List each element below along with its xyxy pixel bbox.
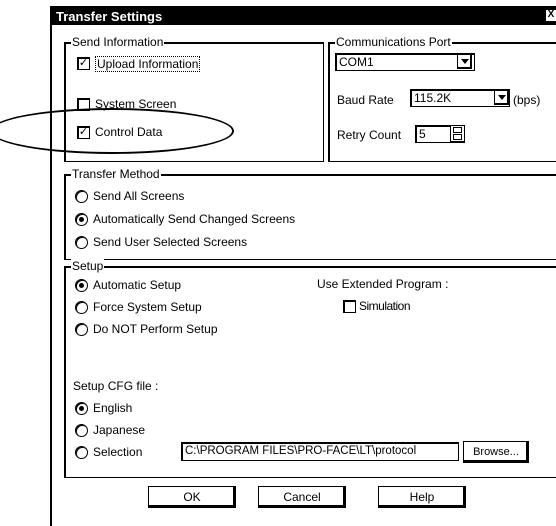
setup-group: Setup Automatic Setup Force System Setup… (64, 259, 556, 478)
selection-label[interactable]: Selection (93, 445, 142, 459)
communications-port-group: Communications Port COM1 Baud Rate 115.2… (328, 35, 556, 162)
retry-count-value: 5 (419, 127, 426, 141)
send-information-title: Send Information (71, 35, 165, 49)
japanese-label[interactable]: Japanese (93, 423, 145, 437)
force-system-setup-label[interactable]: Force System Setup (93, 300, 202, 314)
cancel-button[interactable]: Cancel (258, 486, 346, 508)
english-label[interactable]: English (93, 401, 132, 415)
send-all-screens-radio[interactable] (75, 190, 88, 203)
dialog-title: Transfer Settings (56, 9, 163, 24)
extended-program-label: Use Extended Program : (317, 277, 449, 291)
do-not-setup-label[interactable]: Do NOT Perform Setup (93, 322, 218, 336)
communications-port-title: Communications Port (335, 35, 452, 49)
auto-send-changed-radio[interactable] (75, 213, 88, 226)
port-dropdown-icon[interactable] (457, 54, 472, 69)
retry-spinner-icon[interactable] (450, 125, 465, 142)
spin-down-icon[interactable] (453, 134, 462, 140)
selection-radio[interactable] (75, 446, 88, 459)
do-not-setup-radio[interactable] (75, 323, 88, 336)
baud-rate-value: 115.2K (414, 91, 452, 105)
port-select[interactable]: COM1 (335, 53, 475, 71)
close-icon[interactable]: X (546, 10, 556, 21)
baud-rate-label: Baud Rate (337, 93, 394, 107)
highlight-ellipse (0, 108, 234, 154)
automatic-setup-label[interactable]: Automatic Setup (93, 278, 181, 292)
upload-information-checkbox[interactable]: ✓ (77, 57, 90, 70)
simulation-checkbox[interactable] (343, 300, 356, 313)
transfer-settings-dialog: Transfer Settings X Send Information ✓ U… (50, 6, 556, 526)
baud-dropdown-icon[interactable] (494, 90, 509, 105)
transfer-method-group: Transfer Method Send All Screens Automat… (64, 167, 556, 260)
setup-title: Setup (71, 259, 105, 273)
retry-count-label: Retry Count (337, 128, 402, 142)
send-user-selected-label[interactable]: Send User Selected Screens (93, 235, 247, 249)
ok-button[interactable]: OK (148, 486, 236, 508)
cfg-path-value: C:\PROGRAM FILES\PRO-FACE\LT\protocol (185, 445, 417, 457)
transfer-method-title: Transfer Method (71, 167, 161, 181)
upload-information-label[interactable]: Upload Information (95, 56, 201, 72)
title-bar: Transfer Settings X (52, 8, 556, 25)
japanese-radio[interactable] (75, 424, 88, 437)
cfg-path-input[interactable]: C:\PROGRAM FILES\PRO-FACE\LT\protocol (181, 442, 459, 461)
auto-send-changed-label[interactable]: Automatically Send Changed Screens (93, 212, 295, 226)
simulation-label[interactable]: Simulation (359, 299, 411, 313)
setup-cfg-label: Setup CFG file : (73, 379, 159, 393)
browse-button[interactable]: Browse... (463, 441, 529, 463)
baud-unit-label: (bps) (513, 93, 541, 107)
spin-up-icon[interactable] (453, 127, 462, 133)
help-button[interactable]: Help (378, 486, 466, 508)
automatic-setup-radio[interactable] (75, 279, 88, 292)
english-radio[interactable] (75, 402, 88, 415)
port-value: COM1 (339, 55, 374, 69)
send-all-screens-label[interactable]: Send All Screens (93, 189, 184, 203)
force-system-setup-radio[interactable] (75, 301, 88, 314)
send-user-selected-radio[interactable] (75, 236, 88, 249)
